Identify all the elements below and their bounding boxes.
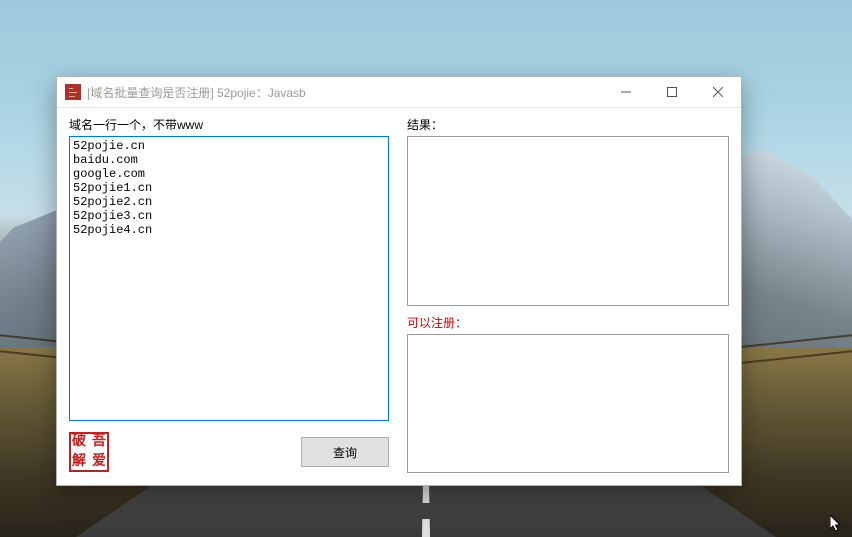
result-output[interactable] xyxy=(407,136,729,306)
right-column: 结果： 可以注册： xyxy=(407,116,729,473)
available-label: 可以注册： xyxy=(407,314,729,330)
app-icon xyxy=(65,84,81,100)
app-window: [域名批量查询是否注册] 52pojie：Javasb 域名一行一个，不带www xyxy=(56,76,742,486)
seal-char: 解 xyxy=(69,452,89,472)
seal-char: 吾 xyxy=(89,432,109,452)
minimize-icon xyxy=(621,87,631,97)
close-icon xyxy=(713,87,723,97)
minimize-button[interactable] xyxy=(603,77,649,107)
seal-char: 爱 xyxy=(89,452,109,472)
titlebar[interactable]: [域名批量查询是否注册] 52pojie：Javasb xyxy=(57,77,741,108)
window-title: [域名批量查询是否注册] 52pojie：Javasb xyxy=(87,84,306,101)
desktop-wallpaper: [域名批量查询是否注册] 52pojie：Javasb 域名一行一个，不带www xyxy=(0,0,852,537)
left-column: 域名一行一个，不带www 破 吾 解 爱 查询 xyxy=(69,116,389,473)
available-output[interactable] xyxy=(407,334,729,473)
result-label: 结果： xyxy=(407,116,729,132)
query-button[interactable]: 查询 xyxy=(301,437,389,467)
maximize-button[interactable] xyxy=(649,77,695,107)
domains-input[interactable] xyxy=(69,136,389,421)
client-area: 域名一行一个，不带www 破 吾 解 爱 查询 结果： 可以注册： xyxy=(57,108,741,485)
maximize-icon xyxy=(667,87,677,97)
seal-char: 破 xyxy=(69,432,89,452)
logo-seal: 破 吾 解 爱 xyxy=(69,432,109,472)
window-controls xyxy=(603,77,741,107)
bottom-row: 破 吾 解 爱 查询 xyxy=(69,431,389,473)
domains-label: 域名一行一个，不带www xyxy=(69,116,389,132)
close-button[interactable] xyxy=(695,77,741,107)
